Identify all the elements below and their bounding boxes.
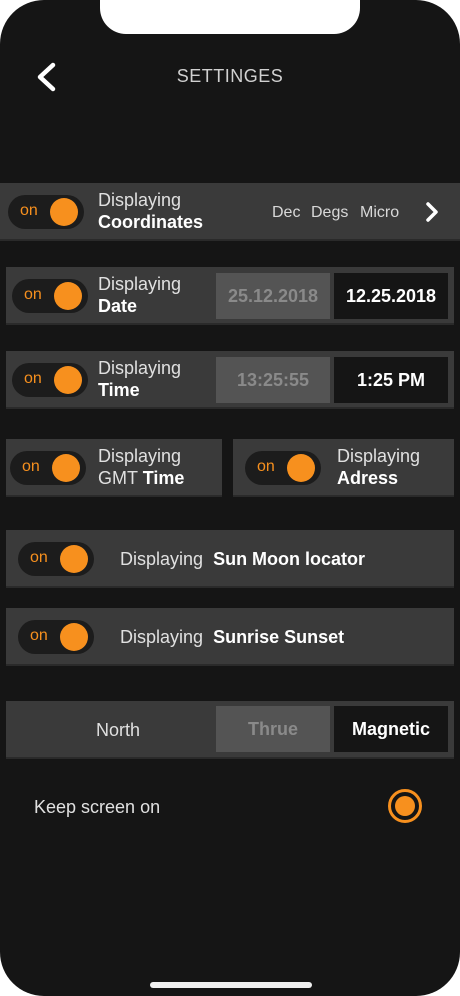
coordinates-toggle[interactable]: on bbox=[8, 195, 84, 229]
sun-moon-label-plain: Displaying bbox=[120, 549, 204, 569]
address-label: Displaying Adress bbox=[337, 445, 420, 489]
sunrise-label: Displaying Sunrise Sunset bbox=[120, 626, 344, 648]
toggle-on-label: on bbox=[20, 202, 38, 219]
toggle-on-label: on bbox=[22, 458, 40, 475]
time-format-24h[interactable]: 13:25:55 bbox=[216, 357, 330, 403]
address-label-top: Displaying bbox=[337, 446, 421, 466]
date-format-dmy[interactable]: 25.12.2018 bbox=[216, 273, 330, 319]
toggle-on-label: on bbox=[30, 549, 48, 566]
page-title: SETTINGES bbox=[176, 66, 284, 86]
gmt-time-label-bold: Time bbox=[142, 468, 185, 488]
toggle-knob bbox=[60, 623, 88, 651]
north-magnetic-option[interactable]: Magnetic bbox=[334, 706, 448, 752]
coordinates-label-top: Displaying bbox=[98, 190, 182, 210]
notch bbox=[100, 0, 360, 34]
time-format-12h[interactable]: 1:25 PM bbox=[334, 357, 448, 403]
date-label-bold: Date bbox=[98, 296, 138, 316]
north-row: North Thrue Magnetic bbox=[6, 701, 454, 759]
gmt-time-row: on Displaying GMT Time bbox=[6, 439, 222, 497]
coordinates-row: on Displaying Coordinates Dec Degs Micro bbox=[0, 183, 460, 241]
north-label: North bbox=[96, 720, 141, 740]
toggle-on-label: on bbox=[24, 370, 42, 387]
keep-screen-radio[interactable] bbox=[388, 789, 422, 823]
sunrise-label-bold: Sunrise Sunset bbox=[213, 627, 345, 647]
address-label-bold: Adress bbox=[337, 468, 399, 488]
gmt-time-label-top: Displaying bbox=[98, 446, 182, 466]
north-true-option[interactable]: Thrue bbox=[216, 706, 330, 752]
gmt-time-toggle[interactable]: on bbox=[10, 451, 86, 485]
toggle-knob bbox=[60, 545, 88, 573]
date-toggle[interactable]: on bbox=[12, 279, 88, 313]
time-toggle[interactable]: on bbox=[12, 363, 88, 397]
format-micro[interactable]: Micro bbox=[360, 204, 399, 222]
keep-screen-label: Keep screen on bbox=[34, 797, 161, 817]
date-format-mdy[interactable]: 12.25.2018 bbox=[334, 273, 448, 319]
sun-moon-label-bold: Sun Moon locator bbox=[213, 549, 366, 569]
sun-moon-toggle[interactable]: on bbox=[18, 542, 94, 576]
time-label-bold: Time bbox=[98, 380, 140, 400]
sunrise-toggle[interactable]: on bbox=[18, 620, 94, 654]
date-label: Displaying Date bbox=[98, 273, 181, 317]
time-label-top: Displaying bbox=[98, 358, 182, 378]
toggle-knob bbox=[54, 282, 82, 310]
coordinates-label: Displaying Coordinates bbox=[98, 189, 203, 233]
coordinates-label-bold: Coordinates bbox=[98, 212, 204, 232]
format-degs[interactable]: Degs bbox=[311, 204, 348, 222]
sun-moon-row: on Displaying Sun Moon locator bbox=[6, 530, 454, 588]
toggle-knob bbox=[52, 454, 80, 482]
toggle-on-label: on bbox=[257, 458, 275, 475]
home-indicator[interactable] bbox=[150, 982, 312, 988]
toggle-on-label: on bbox=[24, 286, 42, 303]
toggle-on-label: on bbox=[30, 627, 48, 644]
gmt-time-label-plain: GMT bbox=[98, 468, 138, 488]
date-label-top: Displaying bbox=[98, 274, 182, 294]
format-dec[interactable]: Dec bbox=[272, 204, 300, 222]
sunrise-row: on Displaying Sunrise Sunset bbox=[6, 608, 454, 666]
toggle-knob bbox=[54, 366, 82, 394]
chevron-right-icon[interactable] bbox=[425, 201, 439, 223]
sunrise-label-plain: Displaying bbox=[120, 627, 204, 647]
address-row: on Displaying Adress bbox=[233, 439, 454, 497]
gmt-time-label: Displaying GMT Time bbox=[98, 445, 184, 489]
time-label: Displaying Time bbox=[98, 357, 181, 401]
sun-moon-label: Displaying Sun Moon locator bbox=[120, 548, 365, 570]
toggle-knob bbox=[287, 454, 315, 482]
toggle-knob bbox=[50, 198, 78, 226]
date-row: on Displaying Date 25.12.2018 12.25.2018 bbox=[6, 267, 454, 325]
phone-screen: SETTINGES on Displaying Coordinates Dec … bbox=[0, 0, 460, 996]
time-row: on Displaying Time 13:25:55 1:25 PM bbox=[6, 351, 454, 409]
address-toggle[interactable]: on bbox=[245, 451, 321, 485]
radio-dot bbox=[395, 796, 415, 816]
